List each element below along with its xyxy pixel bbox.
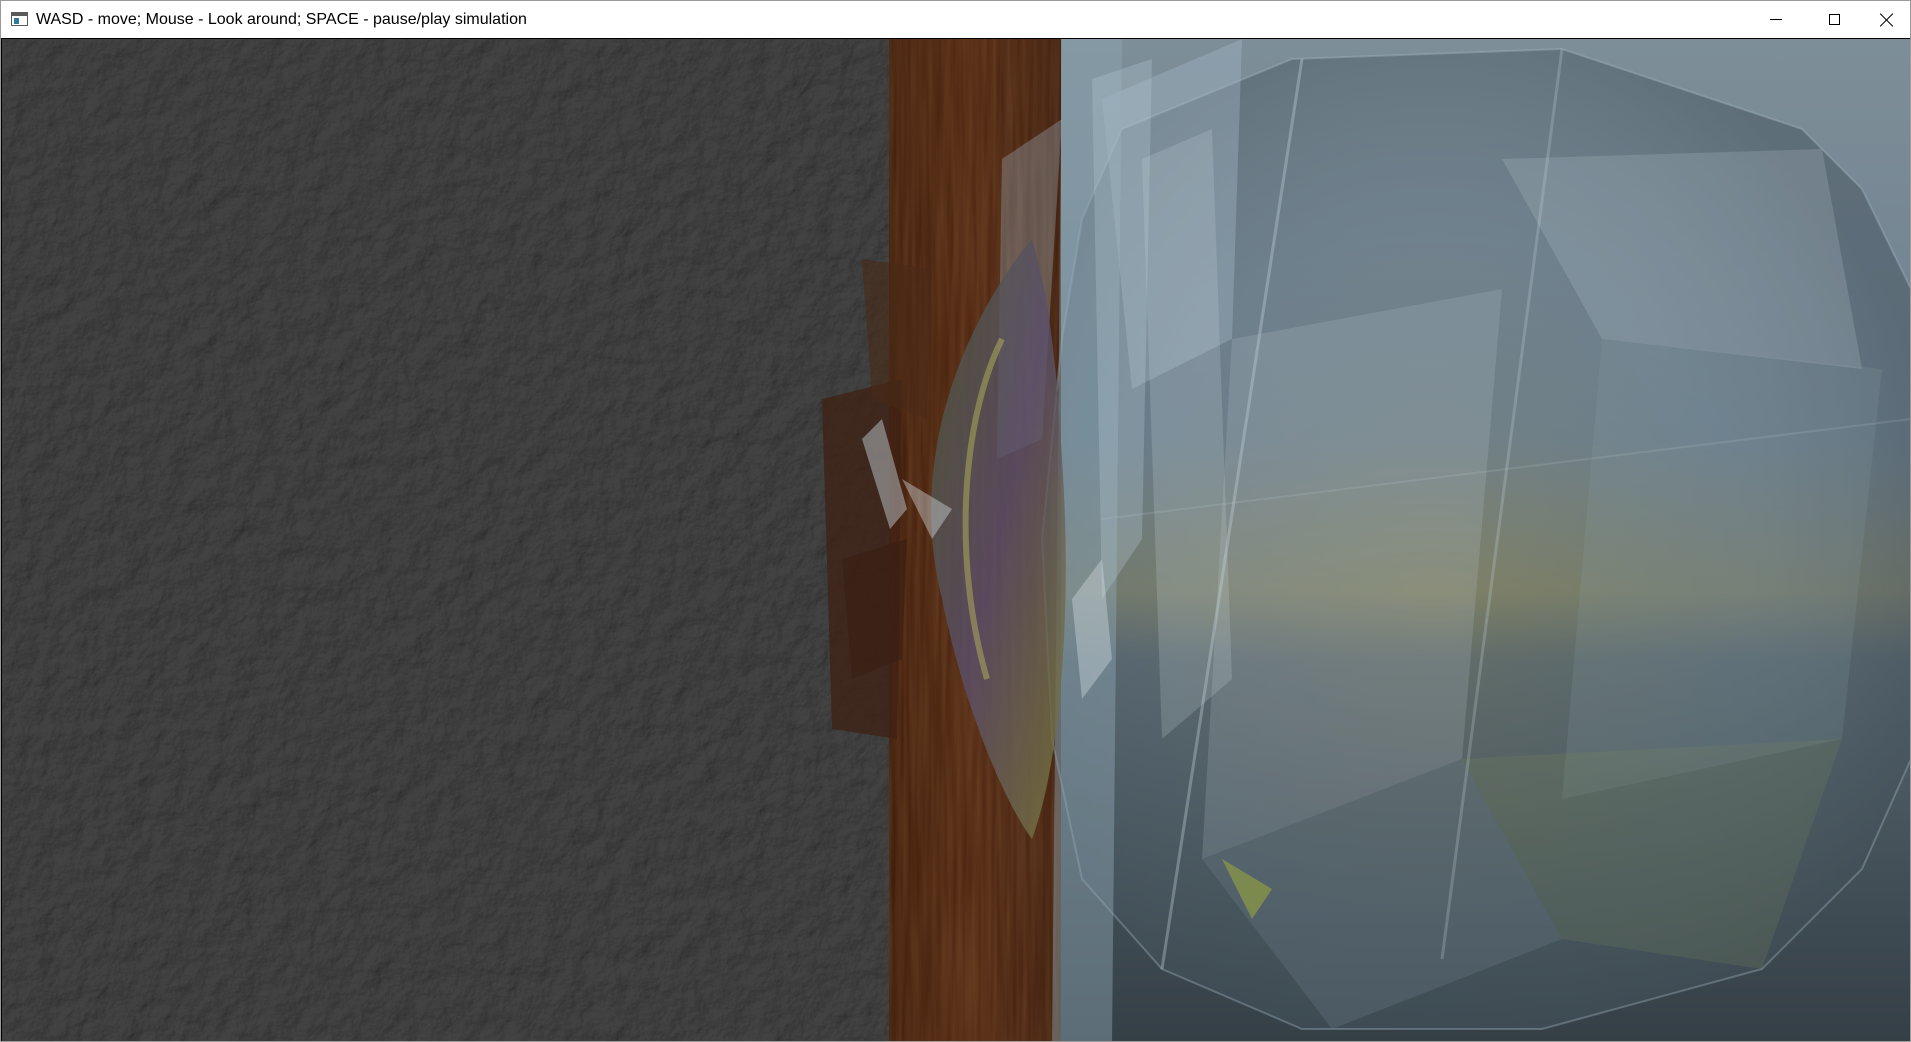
scene-render: [2, 39, 1910, 1041]
minimize-button[interactable]: [1747, 1, 1805, 38]
stone-wall: [2, 39, 890, 1041]
app-window: WASD - move; Mouse - Look around; SPACE …: [0, 0, 1911, 1042]
maximize-icon: [1828, 14, 1840, 25]
close-icon: [1880, 13, 1894, 27]
minimize-icon: [1770, 19, 1782, 20]
maximize-button[interactable]: [1805, 1, 1863, 38]
window-title: WASD - move; Mouse - Look around; SPACE …: [36, 11, 527, 28]
close-button[interactable]: [1863, 1, 1910, 38]
app-window-icon: [11, 12, 28, 26]
3d-viewport[interactable]: [2, 39, 1910, 1041]
title-bar[interactable]: WASD - move; Mouse - Look around; SPACE …: [1, 1, 1910, 38]
